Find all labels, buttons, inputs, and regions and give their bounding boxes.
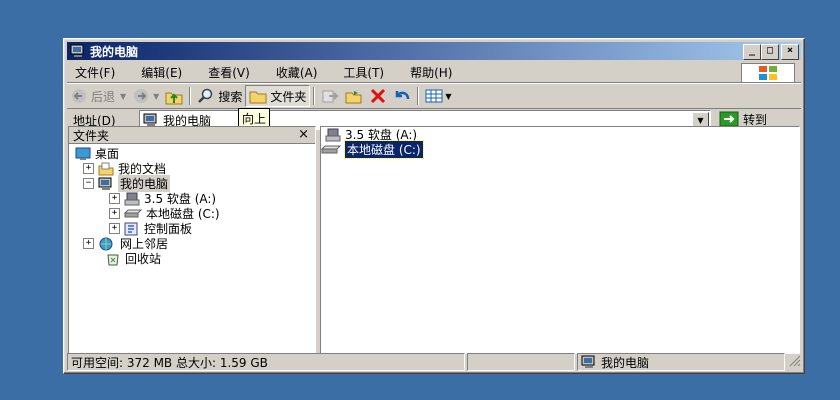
menu-favorites[interactable]: 收藏(A) — [268, 64, 326, 81]
chevron-down-icon: ▼ — [153, 91, 160, 101]
standard-toolbar: 后退 ▼ ▼ 搜索 文件夹 ▼ — [67, 83, 801, 109]
desktop-icon — [75, 147, 91, 161]
tree-item-local-disk[interactable]: + 本地磁盘 (C:) — [109, 206, 220, 221]
up-button[interactable] — [162, 86, 186, 106]
my-computer-icon — [581, 355, 597, 369]
views-grid-icon — [425, 88, 443, 104]
folders-label: 文件夹 — [270, 89, 307, 104]
file-item-label: 本地磁盘 (C:) — [344, 140, 424, 159]
floppy-drive-icon — [325, 128, 341, 142]
collapse-button[interactable]: − — [83, 178, 94, 189]
tree-item-my-documents[interactable]: + 我的文档 — [83, 161, 166, 176]
forward-button[interactable]: ▼ — [129, 86, 162, 106]
close-button[interactable]: × — [781, 44, 799, 60]
hard-disk-icon — [321, 144, 341, 156]
menu-file[interactable]: 文件(F) — [67, 64, 123, 81]
tree-item-label: 桌面 — [95, 147, 120, 161]
file-item-local-disk[interactable]: 本地磁盘 (C:) — [321, 140, 424, 159]
menu-tools[interactable]: 工具(T) — [335, 64, 392, 81]
go-arrow-icon — [719, 111, 739, 127]
tree-item-network-places[interactable]: + 网上邻居 — [83, 236, 168, 251]
back-label: 后退 — [91, 89, 116, 104]
folders-button[interactable]: 文件夹 — [245, 85, 311, 107]
status-bar: 可用空间: 372 MB 总大小: 1.59 GB 我的电脑 — [67, 353, 801, 371]
file-item-floppy[interactable]: 3.5 软盘 (A:) — [325, 127, 417, 142]
views-button[interactable]: ▼ — [422, 86, 454, 106]
chevron-down-icon: ▼ — [445, 91, 452, 101]
toolbar-separator — [189, 87, 192, 105]
tree-item-control-panel[interactable]: + 控制面板 — [109, 221, 192, 236]
status-free-space: 可用空间: 372 MB 总大小: 1.59 GB — [67, 353, 465, 371]
menu-view[interactable]: 查看(V) — [200, 64, 258, 81]
resize-grip-icon[interactable] — [787, 353, 801, 369]
maximize-button[interactable]: □ — [761, 44, 779, 60]
search-button[interactable]: 搜索 — [194, 86, 245, 106]
tree-item-my-computer[interactable]: − 我的电脑 — [83, 175, 171, 192]
control-panel-icon — [124, 222, 140, 236]
expand-button[interactable]: + — [109, 208, 120, 219]
tree-item-floppy[interactable]: + 3.5 软盘 (A:) — [109, 191, 216, 206]
delete-button[interactable] — [366, 86, 390, 106]
expand-button[interactable]: + — [109, 223, 120, 234]
menu-edit[interactable]: 编辑(E) — [133, 64, 190, 81]
copy-to-button[interactable] — [342, 86, 366, 106]
expand-button[interactable]: + — [83, 238, 94, 249]
windows-logo-icon — [741, 63, 795, 83]
hard-disk-icon — [124, 208, 142, 220]
search-icon — [197, 87, 215, 105]
back-arrow-icon — [70, 87, 88, 105]
chevron-down-icon: ▼ — [120, 91, 127, 101]
menu-bar: 文件(F) 编辑(E) 查看(V) 收藏(A) 工具(T) 帮助(H) — [67, 62, 801, 83]
back-button[interactable]: 后退 ▼ — [67, 86, 129, 106]
floppy-drive-icon — [124, 192, 140, 206]
expand-button[interactable]: + — [109, 193, 120, 204]
folders-pane-header: 文件夹 × — [69, 127, 315, 144]
status-location: 我的电脑 — [577, 353, 785, 371]
explorer-window: 我的电脑 _ □ × 文件(F) 编辑(E) 查看(V) 收藏(A) 工具(T)… — [63, 38, 805, 374]
network-places-icon — [98, 237, 116, 251]
status-location-label: 我的电脑 — [601, 355, 650, 370]
undo-button[interactable] — [390, 86, 414, 106]
toolbar-separator — [313, 87, 316, 105]
move-to-icon — [321, 87, 339, 105]
tree-item-label: 回收站 — [125, 252, 162, 266]
folders-pane-close-button[interactable]: × — [298, 127, 309, 142]
my-computer-icon — [70, 44, 86, 58]
status-empty-panel — [467, 353, 575, 371]
forward-arrow-icon — [132, 87, 150, 105]
move-to-button[interactable] — [318, 86, 342, 106]
delete-x-icon — [369, 87, 387, 105]
recycle-bin-icon — [105, 252, 121, 266]
my-computer-icon — [98, 177, 114, 191]
folder-up-icon — [165, 87, 183, 105]
folders-pane-title: 文件夹 — [73, 128, 110, 143]
copy-to-icon — [345, 87, 363, 105]
minimize-button[interactable]: _ — [743, 44, 761, 60]
folders-pane: 文件夹 × 桌面 + 我的文档 − 我的电脑 + 3.5 软盘 (A:) + 本… — [68, 126, 316, 354]
tree-item-desktop[interactable]: 桌面 — [75, 146, 119, 161]
tree-item-recycle-bin[interactable]: 回收站 — [105, 251, 161, 266]
folder-icon — [249, 87, 267, 105]
chevron-down-icon: ▼ — [697, 115, 704, 125]
go-label: 转到 — [743, 112, 768, 127]
my-computer-icon — [143, 113, 159, 127]
file-list-pane: 3.5 软盘 (A:) 本地磁盘 (C:) — [320, 126, 800, 354]
title-bar[interactable]: 我的电脑 _ □ × — [67, 42, 801, 60]
expand-button[interactable]: + — [83, 163, 94, 174]
undo-icon — [393, 87, 411, 105]
menu-help[interactable]: 帮助(H) — [402, 64, 460, 81]
window-title: 我的电脑 — [90, 44, 139, 59]
my-documents-icon — [98, 162, 114, 176]
search-label: 搜索 — [218, 89, 243, 104]
toolbar-separator — [417, 87, 420, 105]
